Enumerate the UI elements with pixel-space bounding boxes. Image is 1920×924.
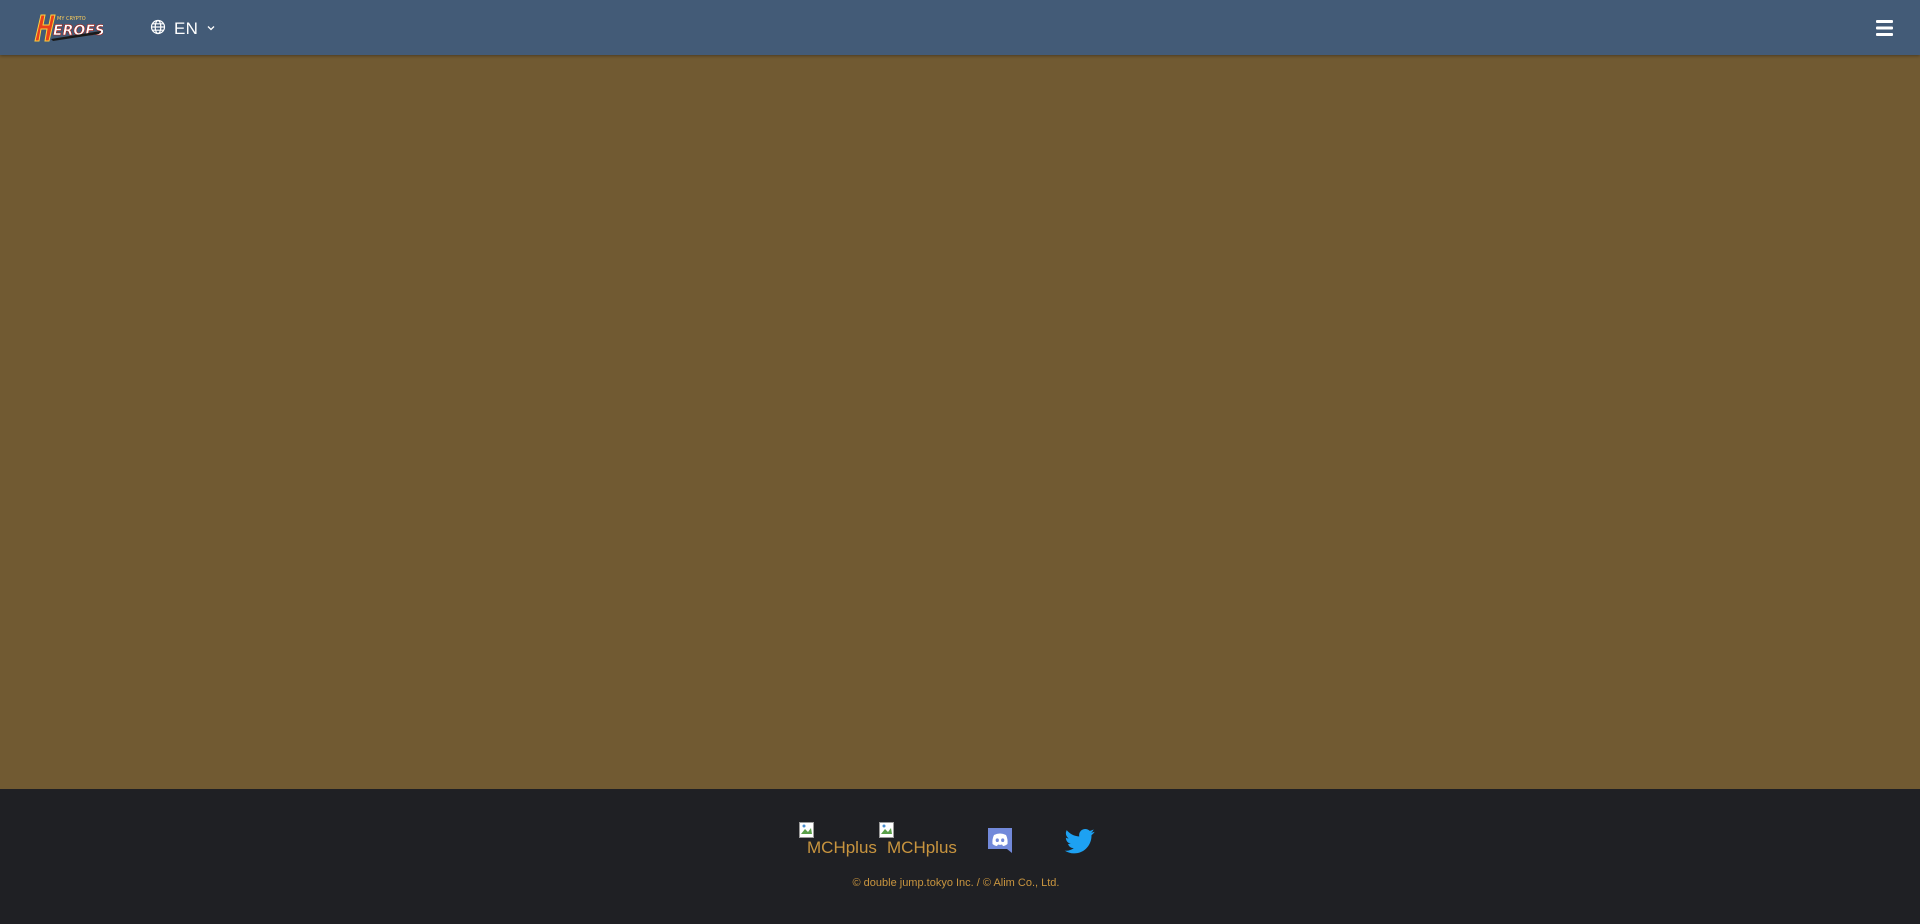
main-content xyxy=(0,55,1920,789)
mchplus-link-1[interactable]: MCHplus xyxy=(799,822,877,858)
top-header: EROES MY CRYPTO EN xyxy=(0,0,1920,55)
mchplus-link-2[interactable]: MCHplus xyxy=(879,822,957,858)
heroes-logo-icon[interactable]: EROES MY CRYPTO xyxy=(31,11,105,44)
page: EROES MY CRYPTO EN MCHplus MCHplus © dou… xyxy=(0,0,1920,924)
svg-text:MY CRYPTO: MY CRYPTO xyxy=(57,16,86,22)
footer xyxy=(0,789,1920,924)
mchplus-alt-text: MCHplus xyxy=(887,838,957,857)
discord-icon[interactable] xyxy=(985,826,1015,856)
mchplus-alt-text: MCHplus xyxy=(807,838,877,857)
hamburger-menu-icon[interactable] xyxy=(1875,18,1895,38)
broken-image-icon xyxy=(879,822,895,838)
twitter-icon[interactable] xyxy=(1064,826,1095,856)
broken-image-icon xyxy=(799,822,815,838)
chevron-down-icon xyxy=(206,20,216,38)
globe-icon xyxy=(150,19,166,40)
copyright-text: © double jump.tokyo Inc. / © Alim Co., L… xyxy=(852,877,1060,889)
language-label: EN xyxy=(174,19,199,38)
language-selector[interactable]: EN xyxy=(150,18,216,40)
